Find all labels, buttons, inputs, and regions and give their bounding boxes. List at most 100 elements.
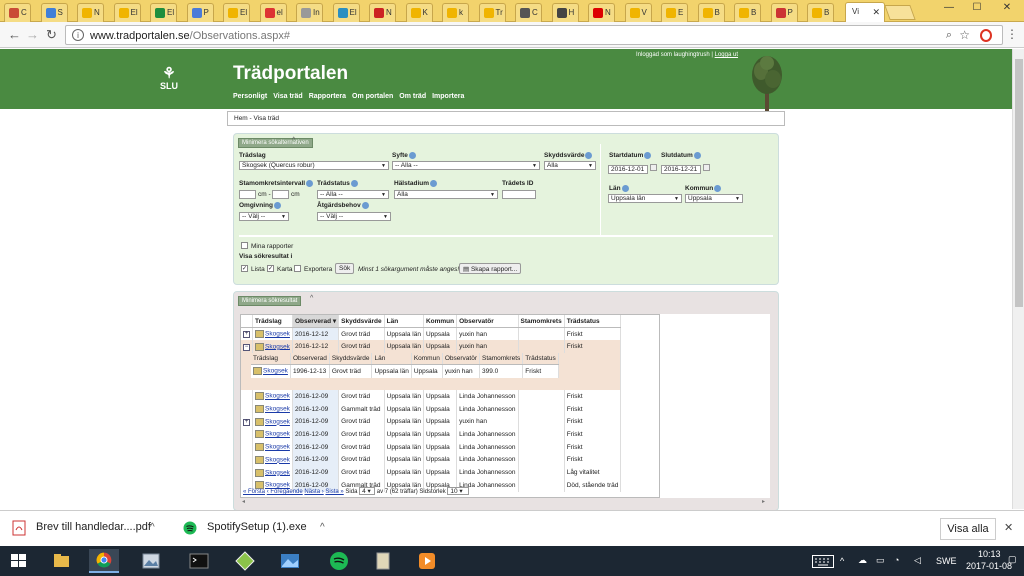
browser-tab[interactable]: C (4, 3, 31, 22)
column-header[interactable]: Trädstatus (564, 315, 622, 329)
sub-column-header[interactable]: Kommun (411, 353, 443, 365)
forward-icon[interactable]: → (26, 27, 39, 42)
browser-tab[interactable]: S (40, 3, 68, 22)
tradslag-link[interactable]: Skogsek (265, 469, 290, 476)
sub-column-header[interactable]: Observatör (442, 353, 480, 365)
help-icon[interactable] (408, 152, 416, 159)
exportera-checkbox[interactable] (294, 265, 301, 272)
column-header[interactable]: Observerad ▾ (292, 315, 340, 329)
browser-tab[interactable]: B (734, 3, 761, 22)
skapa-rapport-button[interactable]: ▤ Skapa rapport... (459, 263, 522, 274)
close-downloads-icon[interactable]: ✕ (1004, 521, 1013, 534)
back-icon[interactable]: ← (8, 27, 21, 42)
table-row[interactable]: + Skogsek 2016-12-12 Grovt träd Uppsala län U… (241, 327, 622, 341)
browser-tab[interactable]: El (332, 3, 360, 22)
tradslag-link[interactable]: Skogsek (265, 419, 290, 426)
column-header[interactable]: Kommun (423, 315, 458, 329)
browser-tab[interactable]: Tr (478, 3, 506, 22)
chevron-up-icon[interactable]: ^ (320, 522, 325, 533)
kommun-select[interactable]: Uppsala ▼ (685, 194, 743, 203)
nav-item[interactable]: Personligt (233, 93, 267, 100)
page-select[interactable]: 4 ▾ (359, 487, 376, 495)
tab-active[interactable]: Vi ✕ (845, 2, 885, 23)
windows-start-icon[interactable] (4, 549, 34, 573)
skyddsvarde-select[interactable]: Alla ▼ (544, 161, 596, 170)
nav-item[interactable]: Importera (432, 93, 464, 100)
tree-image-icon[interactable] (253, 367, 262, 376)
sub-column-header[interactable]: Trädslag (251, 353, 291, 365)
wifi-icon[interactable]: ◔ (894, 555, 899, 565)
help-icon[interactable] (273, 202, 281, 209)
tradslag-link[interactable]: Skogsek (265, 406, 290, 413)
slu-logo[interactable]: ⚘ SLU (156, 66, 182, 91)
calendar-icon[interactable] (650, 164, 657, 171)
spotify-taskbar-icon[interactable] (324, 549, 354, 573)
bookmark-star-icon[interactable]: ☆ (959, 28, 970, 42)
scroll-left-icon[interactable]: ◂ (242, 498, 245, 505)
tradslag-link[interactable]: Skogsek (263, 368, 288, 375)
onedrive-icon[interactable]: ☁ (858, 555, 867, 566)
expand-row-icon[interactable]: + (243, 331, 250, 339)
chevron-up-icon[interactable]: ^ (840, 556, 844, 566)
tradslag-link[interactable]: Skogsek (265, 431, 290, 438)
tree-image-icon[interactable] (255, 330, 264, 339)
menu-dots-icon[interactable]: ⋮ (1006, 27, 1018, 41)
omgivning-select[interactable]: -- Välj -- ▼ (239, 212, 289, 221)
pager-first[interactable]: « Första (243, 489, 265, 495)
collapse-row-icon[interactable]: − (243, 343, 250, 351)
help-icon[interactable] (714, 185, 722, 192)
maximize-icon[interactable]: ☐ (962, 2, 992, 13)
karta-checkbox[interactable]: ✓ (267, 265, 274, 272)
help-icon[interactable] (585, 152, 593, 159)
minimize-search-toggle[interactable]: Minimera sökalternativen (238, 138, 313, 148)
browser-tab[interactable]: k (442, 3, 469, 22)
tree-image-icon[interactable] (255, 430, 264, 439)
table-row[interactable]: + Skogsek 2016-12-09 Grovt träd Uppsala län U… (241, 415, 622, 429)
notes-icon[interactable] (368, 549, 398, 573)
page-size-select[interactable]: 10 ▾ (447, 487, 470, 495)
nav-item[interactable]: Om portalen (352, 93, 393, 100)
table-row[interactable]: Skogsek 2016-12-09 Grovt träd Uppsala län Up… (241, 440, 622, 454)
browser-tab[interactable]: el (259, 3, 287, 22)
browser-tab[interactable]: N (588, 3, 615, 22)
tradslag-link[interactable]: Skogsek (265, 393, 290, 400)
tree-image-icon[interactable] (255, 417, 264, 426)
browser-tab[interactable]: V (624, 3, 652, 22)
table-row[interactable]: Skogsek 2016-12-09 Grovt träd Uppsala län Up… (241, 466, 622, 479)
opera-extension-icon[interactable] (980, 29, 992, 42)
sub-column-header[interactable]: Skyddsvärde (329, 353, 373, 365)
tree-image-icon[interactable] (255, 392, 264, 401)
expand-row-icon[interactable]: + (243, 418, 250, 426)
language-indicator[interactable]: SWE (936, 556, 957, 566)
minimize-icon[interactable]: — (934, 2, 964, 13)
stamomkrets-min-input[interactable] (239, 190, 256, 199)
nav-item[interactable]: Visa träd (273, 93, 302, 100)
browser-tab[interactable]: B (697, 3, 725, 22)
browser-tab[interactable]: El (223, 3, 250, 22)
nav-item[interactable]: Om träd (399, 93, 426, 100)
new-tab-button[interactable] (884, 5, 916, 20)
tradslag-select[interactable]: Skogsek (Quercus robur) ▼ (239, 161, 389, 170)
browser-tab[interactable]: N (369, 3, 396, 22)
atgardsbehov-select[interactable]: -- Välj -- ▼ (317, 212, 391, 221)
halstadium-select[interactable]: Alla ▼ (394, 190, 498, 199)
chrome-icon[interactable] (89, 549, 119, 573)
browser-tab[interactable]: E (661, 3, 688, 22)
tradets-id-input[interactable] (502, 190, 536, 199)
help-icon[interactable] (430, 180, 438, 187)
table-row[interactable]: Skogsek 2016-12-09 Grovt träd Uppsala län Up… (241, 390, 622, 403)
tree-image-icon[interactable] (255, 405, 264, 414)
sub-column-header[interactable]: Trädstatus (522, 353, 559, 365)
keyboard-icon[interactable] (812, 555, 834, 568)
startdatum-input[interactable]: 2016-12-01 (608, 165, 648, 174)
browser-tab[interactable]: N (77, 3, 104, 22)
clock-date[interactable]: 2017-01-08 (966, 561, 1012, 571)
mina-rapporter-checkbox[interactable] (241, 242, 248, 249)
notifications-icon[interactable]: ▢ (1008, 554, 1017, 565)
column-header[interactable]: Län (384, 315, 424, 329)
photo-viewer-icon[interactable] (275, 549, 305, 573)
help-icon[interactable] (350, 180, 358, 187)
browser-tab[interactable]: P (186, 3, 214, 22)
tree-image-icon[interactable] (255, 468, 264, 477)
sub-column-header[interactable]: Stamomkrets (479, 353, 524, 365)
